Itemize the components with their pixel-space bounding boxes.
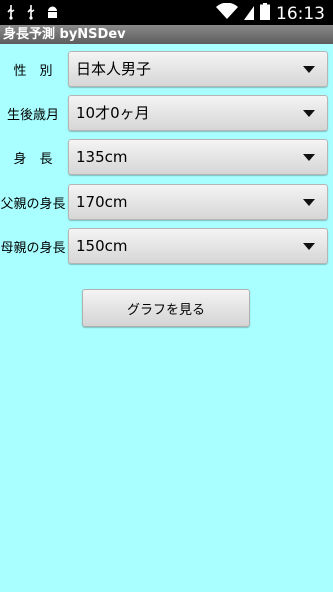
wifi-icon	[216, 2, 238, 24]
gender-row: 性 別 日本人男子	[0, 49, 333, 89]
gender-value: 日本人男子	[76, 60, 152, 78]
dropdown-arrow-icon	[303, 110, 315, 117]
status-time: 16:13	[276, 3, 325, 24]
dropdown-arrow-icon	[303, 243, 315, 250]
dropdown-arrow-icon	[303, 154, 315, 161]
signal-icon	[244, 4, 254, 24]
age-row: 生後歳月 10才0ヶ月	[0, 93, 333, 133]
age-spinner[interactable]: 10才0ヶ月	[68, 95, 328, 131]
height-label: 身 長	[13, 151, 53, 167]
father-height-value: 170cm	[76, 193, 128, 211]
gender-spinner[interactable]: 日本人男子	[68, 51, 328, 87]
father-height-row: 父親の身長 170cm	[0, 182, 333, 222]
father-height-spinner[interactable]: 170cm	[68, 184, 328, 220]
status-bar: 16:13	[0, 0, 333, 25]
height-spinner[interactable]: 135cm	[68, 139, 328, 175]
battery-icon	[260, 3, 270, 24]
dropdown-arrow-icon	[303, 66, 315, 73]
mother-height-value: 150cm	[76, 237, 128, 255]
father-height-label: 父親の身長	[0, 196, 66, 212]
usb-icon	[26, 4, 36, 24]
mother-height-label: 母親の身長	[0, 240, 66, 256]
mother-height-row: 母親の身長 150cm	[0, 226, 333, 266]
gender-label: 性 別	[13, 63, 53, 79]
app-title: 身長予測 byNSDev	[0, 25, 333, 44]
view-graph-button[interactable]: グラフを見る	[82, 289, 250, 327]
age-value: 10才0ヶ月	[76, 104, 150, 122]
height-row: 身 長 135cm	[0, 137, 333, 177]
age-label: 生後歳月	[6, 107, 59, 123]
usb-icon	[6, 4, 16, 24]
mother-height-spinner[interactable]: 150cm	[68, 228, 328, 264]
height-value: 135cm	[76, 148, 128, 166]
dropdown-arrow-icon	[303, 199, 315, 206]
android-icon	[46, 4, 59, 24]
